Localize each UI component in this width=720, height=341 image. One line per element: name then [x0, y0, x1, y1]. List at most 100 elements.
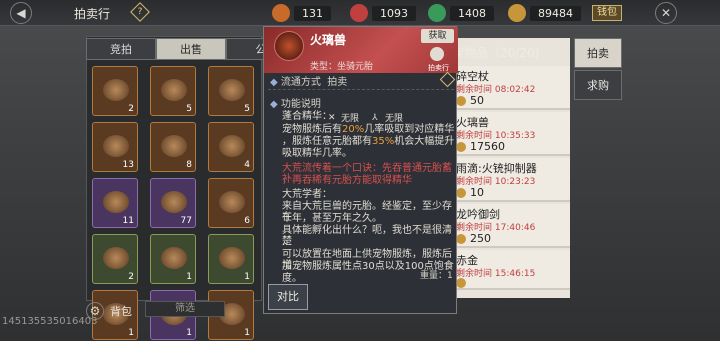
desc-line-3: 吸取精华几率。 [282, 148, 352, 159]
slot-quantity: 1 [186, 272, 192, 282]
inventory-grid: 2 5 5 13 8 4 11 77 6 2 1 1 1 1 1 [92, 66, 257, 340]
inventory-slot[interactable]: 6 [208, 178, 254, 228]
listing-row[interactable]: 龙吟御剑 剩余时间 17:40:46 250 [450, 204, 570, 248]
coin-icon [456, 141, 466, 152]
close-icon[interactable]: ✕ [655, 2, 677, 24]
slot-quantity: 2 [128, 272, 134, 282]
tab-wanted[interactable]: 求购 [574, 70, 622, 100]
function-title: ◆ 功能说明 [270, 99, 321, 110]
listing-price [456, 278, 470, 288]
refine-title: 蓬合精华： [282, 111, 332, 122]
get-button[interactable]: 获取 [421, 29, 454, 43]
popup-header: 火璃兽 类型：坐骑元胎 获取 拍卖行 [264, 27, 458, 73]
listing-price: 250 [456, 232, 491, 245]
coin-b-icon [350, 4, 368, 22]
inventory-slot[interactable]: 5 [208, 66, 254, 116]
coin-a-icon [272, 4, 290, 22]
filter-button[interactable]: 筛选 [145, 301, 225, 317]
item-icon [161, 247, 187, 269]
help-icon[interactable] [439, 71, 456, 88]
item-icon [219, 191, 245, 213]
jade-icon [428, 4, 446, 22]
inventory-slot[interactable]: 2 [92, 234, 138, 284]
circulation-row: ◆ 流通方式 拍卖 [270, 77, 348, 88]
scholar-line-2: 千年，甚至万年之久。 [282, 213, 382, 224]
wallet-button[interactable]: 钱包 [592, 5, 622, 21]
coin-icon [456, 95, 466, 106]
inventory-slot[interactable]: 4 [208, 122, 254, 172]
backpack-label: 背包 [110, 305, 132, 318]
listing-price: 17560 [456, 140, 505, 153]
listing-row[interactable]: 火璃兽 剩余时间 10:35:33 17560 [450, 112, 570, 156]
slot-quantity: 8 [186, 160, 192, 170]
item-icon [103, 247, 129, 269]
slot-quantity: 11 [122, 216, 134, 226]
slot-quantity: 4 [244, 160, 250, 170]
auction-icon [430, 47, 444, 61]
listing-price: 10 [456, 186, 484, 199]
scholar-line-4: ... [282, 237, 292, 248]
slot-quantity: 77 [180, 216, 192, 226]
unbind-2: ⅄ 无限 [372, 112, 404, 125]
slot-quantity: 2 [128, 104, 134, 114]
slot-quantity: 6 [244, 216, 250, 226]
tab-bid[interactable]: 竞拍 [86, 38, 156, 60]
item-icon [103, 135, 129, 157]
compare-button[interactable]: 对比 [268, 284, 308, 310]
listing-row[interactable]: 赤金 剩余时间 15:46:15 [450, 250, 570, 290]
inventory-slot[interactable]: 13 [92, 122, 138, 172]
item-icon [274, 31, 304, 61]
slot-quantity: 5 [186, 104, 192, 114]
inventory-slot[interactable]: 5 [150, 66, 196, 116]
item-icon [103, 79, 129, 101]
item-icon [161, 191, 187, 213]
inventory-slot[interactable]: 77 [150, 178, 196, 228]
scholar-line-7: 度。 [282, 273, 302, 284]
listings-header: 架物品（20/20) [452, 46, 540, 60]
gold-icon [508, 4, 526, 22]
slot-quantity: 5 [244, 104, 250, 114]
tab-sell[interactable]: 出售 [156, 38, 226, 60]
item-icon [103, 191, 129, 213]
desc-line-2: ，服炼任意元胎都有35%机会大幅提升 [282, 136, 455, 147]
item-icon [219, 79, 245, 101]
item-type: 类型：坐骑元胎 [310, 62, 374, 72]
coin-icon [456, 278, 466, 288]
inventory-slot[interactable]: 8 [150, 122, 196, 172]
slot-quantity: 13 [122, 160, 134, 170]
slot-quantity: 1 [244, 328, 250, 338]
unbind-1: ✕ 无限 [328, 112, 360, 125]
listing-price: 50 [456, 94, 484, 107]
help-icon[interactable]: ? [130, 2, 150, 22]
currency-coin-b: 1093 [350, 4, 416, 22]
item-icon [161, 79, 187, 101]
slot-quantity: 1 [186, 328, 192, 338]
currency-jade: 1408 [428, 4, 494, 22]
slot-quantity: 1 [128, 328, 134, 338]
listing-row[interactable]: 碎空杖 剩余时间 08:02:42 50 [450, 66, 570, 110]
top-bar: ◀ 拍卖行 ? 131 1093 1408 89484 钱包 ✕ [0, 0, 720, 26]
divider [268, 89, 454, 90]
tab-auction[interactable]: 拍卖 [574, 38, 622, 68]
user-id: 145135535016403 [2, 316, 98, 327]
cross-icon: ✕ [328, 112, 336, 123]
inventory-slot[interactable]: 2 [92, 66, 138, 116]
inventory-slot[interactable]: 11 [92, 178, 138, 228]
split-icon: ⅄ [372, 112, 378, 123]
coin-icon [456, 233, 466, 244]
desc-line-1: 宠物服炼后有20%几率吸取到对应精华 [282, 124, 455, 135]
scholar-title: 大荒学者： [282, 189, 332, 200]
item-icon [219, 135, 245, 157]
currency-coin-a: 131 [272, 4, 331, 22]
listing-row[interactable]: 雨滴:火铳抑制器 剩余时间 10:23:23 10 [450, 158, 570, 202]
back-icon[interactable]: ◀ [10, 2, 32, 24]
scholar-line-3: 具体能孵化出什么？呃，我也不是很清楚 [282, 225, 452, 247]
inventory-slot[interactable]: 1 [150, 234, 196, 284]
item-name: 火璃兽 [310, 33, 347, 47]
coin-icon [456, 187, 466, 198]
red-line-2: ，再吞稀有元胎方能取得精华 [282, 175, 412, 186]
item-icon [219, 247, 245, 269]
inventory-slot[interactable]: 1 [208, 234, 254, 284]
slot-quantity: 1 [244, 272, 250, 282]
currency-gold: 89484 [508, 4, 581, 22]
